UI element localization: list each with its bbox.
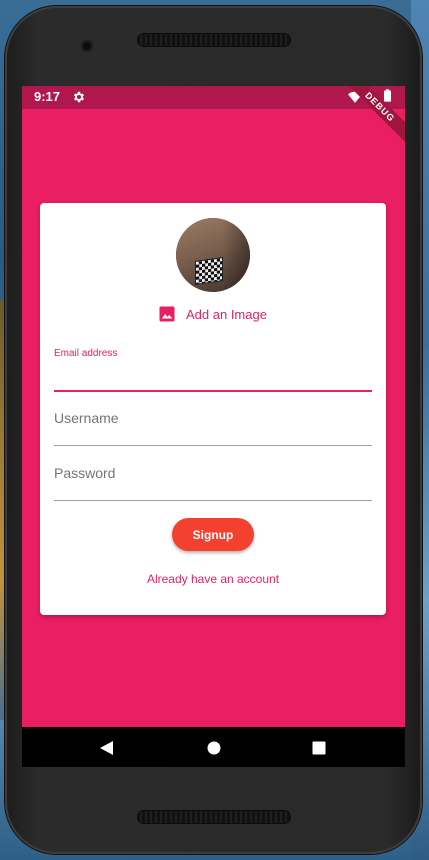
avatar[interactable] (176, 218, 250, 292)
image-icon (159, 306, 175, 322)
debug-banner: DEBUG (336, 86, 405, 151)
phone-frame: 9:17 DEBUG Add an Image Email address Us… (5, 6, 422, 854)
checkerboard-photo-content (196, 258, 222, 284)
back-triangle-icon[interactable] (100, 741, 114, 755)
add-image-label: Add an Image (186, 306, 267, 322)
password-field (54, 463, 372, 503)
battery-icon (384, 89, 391, 102)
front-camera (81, 40, 93, 52)
signup-button[interactable]: Signup (172, 518, 254, 551)
gear-icon (73, 91, 85, 103)
status-time: 9:17 (34, 89, 61, 104)
email-label: Email address (54, 348, 118, 359)
bottom-speaker-grille (137, 810, 291, 824)
password-underline (54, 500, 372, 501)
email-field: Email address (54, 348, 372, 394)
password-input[interactable] (54, 463, 372, 483)
system-navigation-bar (22, 727, 405, 767)
add-image-button[interactable]: Add an Image (158, 303, 267, 325)
username-input[interactable] (54, 408, 372, 428)
signup-card: Add an Image Email address Signup Alread… (40, 203, 386, 615)
app-screen: 9:17 DEBUG Add an Image Email address Us… (22, 86, 405, 767)
already-have-account-link[interactable]: Already have an account (40, 572, 386, 586)
email-underline (54, 390, 372, 392)
status-bar: 9:17 DEBUG (22, 86, 405, 151)
home-circle-icon[interactable] (207, 741, 221, 755)
top-speaker-grille (137, 33, 291, 47)
email-input[interactable] (54, 364, 372, 384)
username-underline (54, 445, 372, 446)
username-field (54, 408, 372, 448)
recents-square-icon[interactable] (312, 741, 326, 755)
